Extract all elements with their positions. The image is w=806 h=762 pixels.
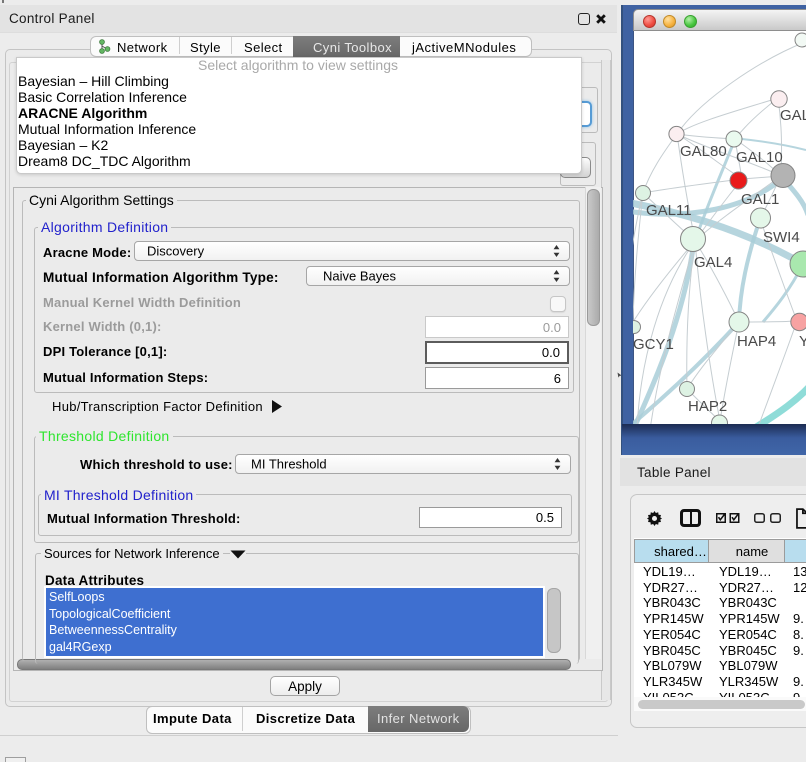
svg-text:GCY1: GCY1 [633,336,674,353]
svg-text:GAL11: GAL11 [646,202,692,219]
svg-text:GAL10: GAL10 [736,149,783,166]
svg-text:HAP2: HAP2 [688,398,727,415]
svg-text:SWI4: SWI4 [763,229,800,246]
svg-text:GAL80: GAL80 [680,143,727,160]
svg-text:GAL2: GAL2 [780,107,806,124]
svg-text:GAL1: GAL1 [741,191,779,208]
svg-text:HAP4: HAP4 [737,333,776,350]
svg-text:GAL4: GAL4 [694,254,732,271]
svg-text:Y: Y [799,333,806,350]
